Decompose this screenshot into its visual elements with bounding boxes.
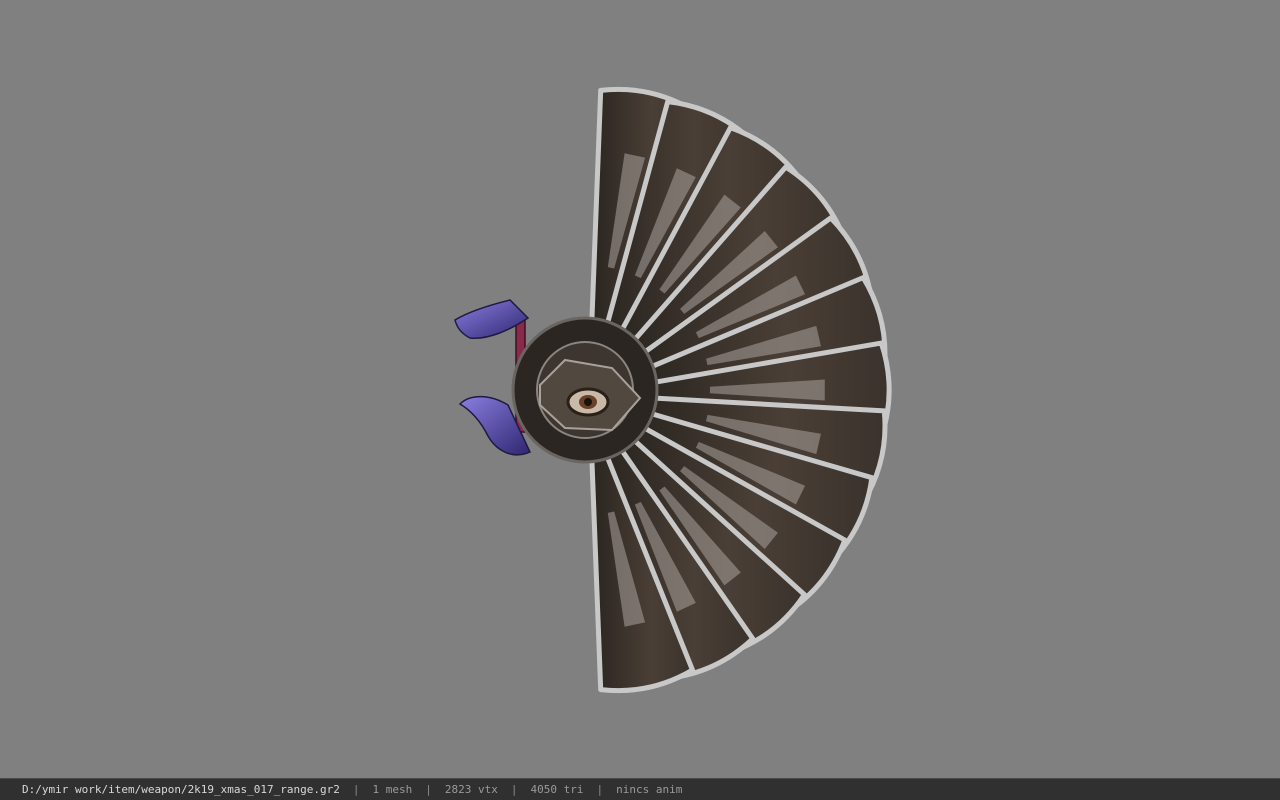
separator: | — [596, 783, 604, 796]
status-bar: D:/ymir work/item/weapon/2k19_xmas_017_r… — [0, 778, 1280, 800]
separator: | — [425, 783, 432, 796]
mesh-count: 1 mesh — [372, 783, 413, 796]
3d-viewport[interactable] — [0, 0, 1280, 778]
animation-status: nincs anim — [616, 783, 683, 796]
file-path: D:/ymir work/item/weapon/2k19_xmas_017_r… — [22, 783, 340, 796]
weapon-model-render — [454, 86, 892, 694]
triangle-count: 4050 tri — [530, 783, 584, 796]
vertex-count: 2823 vtx — [444, 783, 498, 796]
separator: | — [510, 783, 518, 796]
separator: | — [352, 783, 360, 796]
